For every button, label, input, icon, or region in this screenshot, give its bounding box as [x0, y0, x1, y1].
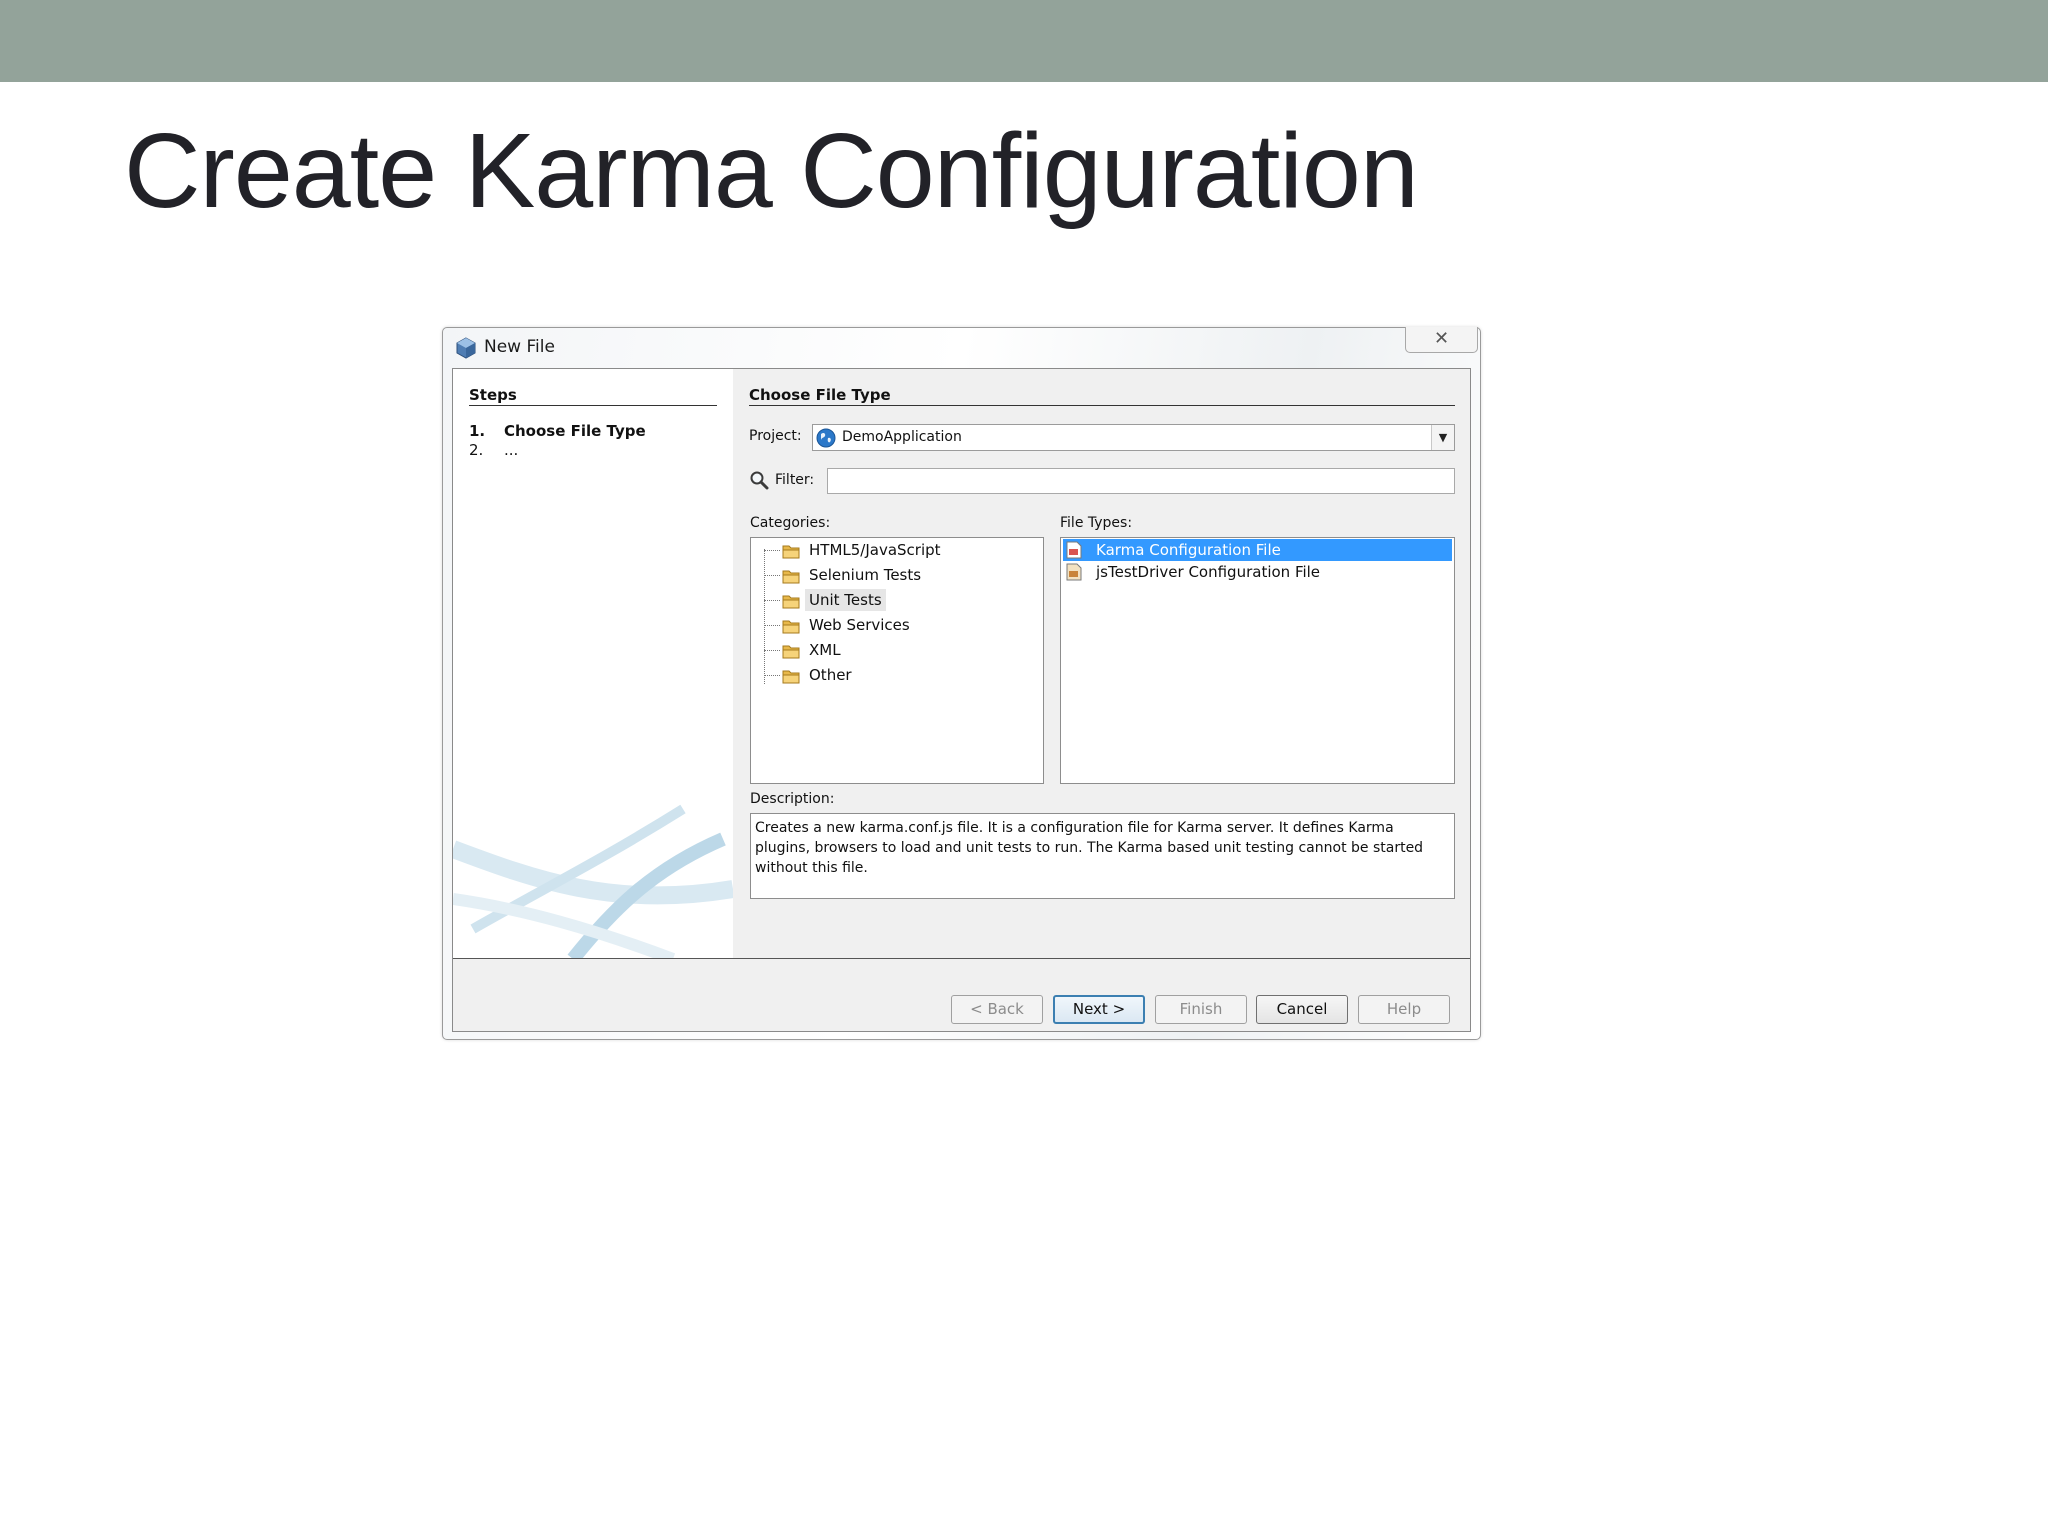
config-file-icon: [1066, 563, 1082, 581]
globe-icon: [816, 428, 836, 448]
project-select-value: DemoApplication: [842, 429, 962, 445]
file-type-label: jsTestDriver Configuration File: [1096, 563, 1321, 581]
category-label: Other: [809, 666, 852, 684]
close-button[interactable]: ✕: [1405, 327, 1478, 353]
category-label: Web Services: [809, 616, 910, 634]
folder-icon: [782, 595, 800, 609]
next-button[interactable]: Next >: [1053, 995, 1145, 1024]
category-label: Selenium Tests: [809, 566, 922, 584]
slide-top-bar: [0, 0, 2048, 82]
dialog-titlebar[interactable]: New File ✕: [443, 327, 1480, 368]
filter-label: Filter:: [775, 472, 815, 488]
tree-connector: [764, 550, 780, 551]
step-label: ...: [504, 441, 519, 459]
category-item[interactable]: Selenium Tests: [751, 563, 1031, 588]
js-file-icon: [1066, 541, 1082, 559]
app-cube-icon: [456, 337, 476, 359]
folder-icon: [782, 545, 800, 559]
folder-icon: [782, 620, 800, 634]
dropdown-arrow-icon[interactable]: ▼: [1431, 425, 1454, 450]
file-types-label: File Types:: [1060, 515, 1133, 531]
category-label: HTML5/JavaScript: [809, 541, 941, 559]
close-icon: ✕: [1433, 328, 1450, 349]
steps-heading: Steps: [469, 386, 717, 406]
folder-icon: [782, 570, 800, 584]
tree-connector: [764, 650, 780, 651]
search-icon: [750, 471, 769, 490]
category-item[interactable]: XML: [751, 638, 1031, 663]
project-label: Project:: [749, 428, 802, 444]
project-select[interactable]: DemoApplication ▼: [812, 424, 1455, 451]
step-item: 2....: [469, 441, 518, 459]
category-item[interactable]: Other: [751, 663, 1031, 688]
folder-icon: [782, 645, 800, 659]
file-type-item[interactable]: jsTestDriver Configuration File: [1063, 561, 1452, 583]
tree-connector: [764, 600, 780, 601]
folder-icon: [782, 670, 800, 684]
back-button[interactable]: < Back: [951, 995, 1043, 1024]
description-text: Creates a new karma.conf.js file. It is …: [750, 813, 1455, 899]
categories-tree[interactable]: HTML5/JavaScript Selenium Tests Unit Tes…: [750, 537, 1044, 784]
decorative-swoosh-graphic: [453, 804, 733, 958]
category-item[interactable]: Web Services: [751, 613, 1031, 638]
file-types-list[interactable]: Karma Configuration File jsTestDriver Co…: [1060, 537, 1455, 784]
step-number: 2.: [469, 441, 484, 459]
steps-panel: Steps 1. Choose File Type 2....: [453, 369, 733, 958]
step-label: Choose File Type: [504, 422, 646, 440]
dialog-client-area: Steps 1. Choose File Type 2.... Choose Fi…: [452, 368, 1471, 1032]
new-file-dialog: New File ✕ Steps 1. Choose File Type 2...…: [442, 327, 1481, 1040]
tree-connector: [764, 575, 780, 576]
category-item-selected[interactable]: Unit Tests: [751, 588, 1031, 613]
cancel-button[interactable]: Cancel: [1256, 995, 1348, 1024]
category-label: XML: [809, 641, 841, 659]
description-label: Description:: [750, 791, 835, 807]
step-number: 1.: [469, 422, 486, 440]
button-bar-divider: [453, 958, 1470, 959]
file-type-item-selected[interactable]: Karma Configuration File: [1063, 539, 1452, 561]
file-type-label: Karma Configuration File: [1096, 541, 1281, 559]
dialog-title: New File: [484, 337, 555, 357]
choose-file-type-heading: Choose File Type: [749, 386, 1455, 406]
tree-connector: [764, 625, 780, 626]
category-label: Unit Tests: [805, 589, 886, 611]
filter-input[interactable]: [827, 468, 1455, 494]
finish-button[interactable]: Finish: [1155, 995, 1247, 1024]
help-button[interactable]: Help: [1358, 995, 1450, 1024]
step-item: 1. Choose File Type: [469, 422, 646, 440]
categories-label: Categories:: [750, 515, 831, 531]
slide-title: Create Karma Configuration: [124, 112, 1419, 230]
category-item[interactable]: HTML5/JavaScript: [751, 538, 1031, 563]
tree-connector: [764, 675, 780, 676]
